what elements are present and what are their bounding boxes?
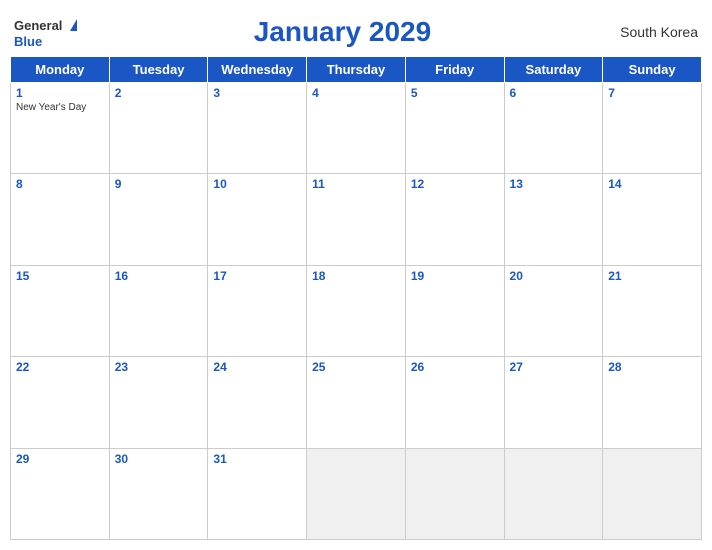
day-number: 31: [213, 452, 301, 466]
calendar-cell: 28: [603, 357, 702, 448]
calendar-cell: 30: [109, 448, 208, 539]
calendar-cell: 3: [208, 83, 307, 174]
col-sunday: Sunday: [603, 57, 702, 83]
day-number: 6: [510, 86, 598, 100]
calendar-cell: 9: [109, 174, 208, 265]
calendar-cell: 2: [109, 83, 208, 174]
day-number: 12: [411, 177, 499, 191]
calendar-cell: 16: [109, 265, 208, 356]
calendar-cell: 29: [11, 448, 110, 539]
calendar-cell: 7: [603, 83, 702, 174]
logo-blue-text: Blue: [14, 35, 42, 48]
holiday-label: New Year's Day: [16, 102, 104, 113]
col-friday: Friday: [405, 57, 504, 83]
day-number: 17: [213, 269, 301, 283]
col-saturday: Saturday: [504, 57, 603, 83]
table-row: 22 23 24 25 26 27 28: [11, 357, 702, 448]
logo: General Blue: [14, 17, 77, 48]
col-tuesday: Tuesday: [109, 57, 208, 83]
col-thursday: Thursday: [307, 57, 406, 83]
col-monday: Monday: [11, 57, 110, 83]
day-number: 30: [115, 452, 203, 466]
day-number: 18: [312, 269, 400, 283]
day-number: 27: [510, 360, 598, 374]
calendar-cell: 12: [405, 174, 504, 265]
calendar-cell: 22: [11, 357, 110, 448]
day-number: 25: [312, 360, 400, 374]
calendar-cell: [405, 448, 504, 539]
calendar-cell: [504, 448, 603, 539]
day-number: 1: [16, 86, 104, 100]
calendar-cell: 5: [405, 83, 504, 174]
table-row: 29 30 31: [11, 448, 702, 539]
table-row: 1 New Year's Day 234567: [11, 83, 702, 174]
day-number: 21: [608, 269, 696, 283]
day-number: 4: [312, 86, 400, 100]
calendar-cell: 20: [504, 265, 603, 356]
calendar-cell: 14: [603, 174, 702, 265]
day-number: 10: [213, 177, 301, 191]
calendar-cell: 11: [307, 174, 406, 265]
calendar-cell: 26: [405, 357, 504, 448]
calendar-cell: 8: [11, 174, 110, 265]
col-wednesday: Wednesday: [208, 57, 307, 83]
calendar-cell: [603, 448, 702, 539]
calendar-cell: 6: [504, 83, 603, 174]
calendar-cell: 4: [307, 83, 406, 174]
calendar-header: General Blue January 2029 South Korea: [10, 10, 702, 52]
calendar-cell: 15: [11, 265, 110, 356]
calendar-table: Monday Tuesday Wednesday Thursday Friday…: [10, 56, 702, 540]
day-number: 7: [608, 86, 696, 100]
day-number: 24: [213, 360, 301, 374]
day-number: 19: [411, 269, 499, 283]
calendar-cell: 24: [208, 357, 307, 448]
day-number: 20: [510, 269, 598, 283]
country-label: South Korea: [608, 24, 698, 40]
day-number: 9: [115, 177, 203, 191]
day-number: 14: [608, 177, 696, 191]
day-number: 23: [115, 360, 203, 374]
day-number: 2: [115, 86, 203, 100]
calendar-cell: 13: [504, 174, 603, 265]
calendar-cell: 27: [504, 357, 603, 448]
calendar-cell: 31: [208, 448, 307, 539]
calendar-cell: 25: [307, 357, 406, 448]
calendar-cell: 21: [603, 265, 702, 356]
logo-general-text: General: [14, 18, 62, 33]
days-of-week-row: Monday Tuesday Wednesday Thursday Friday…: [11, 57, 702, 83]
day-number: 26: [411, 360, 499, 374]
table-row: 15 16 17 18 19 20 21: [11, 265, 702, 356]
calendar-cell: 10: [208, 174, 307, 265]
day-number: 16: [115, 269, 203, 283]
calendar-cell: 18: [307, 265, 406, 356]
calendar-cell: 19: [405, 265, 504, 356]
calendar-cell: 17: [208, 265, 307, 356]
day-number: 5: [411, 86, 499, 100]
day-number: 22: [16, 360, 104, 374]
calendar-title: January 2029: [77, 16, 608, 48]
day-number: 11: [312, 177, 400, 191]
day-number: 8: [16, 177, 104, 191]
day-number: 3: [213, 86, 301, 100]
day-number: 28: [608, 360, 696, 374]
day-number: 15: [16, 269, 104, 283]
calendar-cell: 23: [109, 357, 208, 448]
calendar-cell: [307, 448, 406, 539]
day-number: 13: [510, 177, 598, 191]
table-row: 89 10 11 12 13 14: [11, 174, 702, 265]
calendar-cell: 1 New Year's Day: [11, 83, 110, 174]
day-number: 29: [16, 452, 104, 466]
